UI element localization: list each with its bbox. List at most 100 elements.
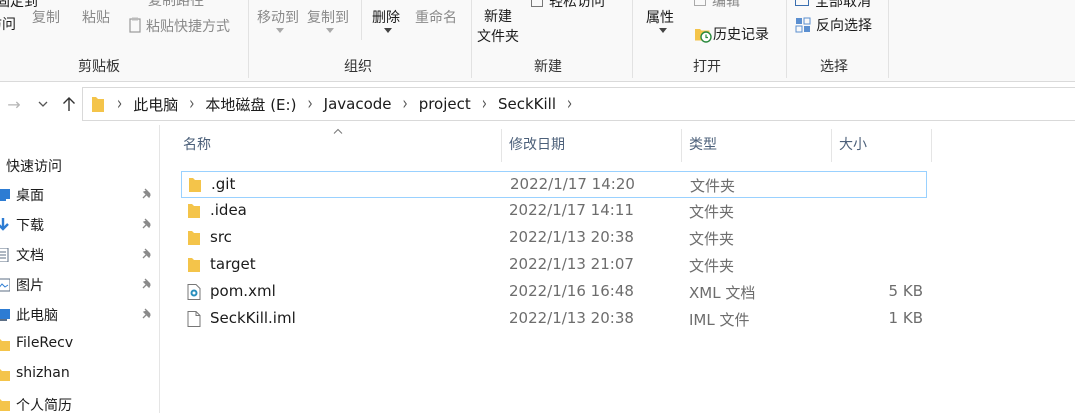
nav-item-label: 图片 [16,278,44,294]
nav-item-this-pc[interactable]: 此电脑 [0,300,159,330]
nav-item-documents[interactable]: 文档 [0,240,159,270]
chevron-right-icon[interactable]: › [567,94,572,115]
folder-icon [188,258,200,272]
paste-button[interactable]: 粘贴 [82,7,110,27]
chevron-right-icon[interactable]: › [307,94,312,115]
nav-item-downloads[interactable]: 下载 [0,210,159,240]
nav-item-pictures[interactable]: 图片 [0,270,159,300]
new-folder-button[interactable]: 新建 文件夹 [477,7,519,47]
ribbon-divider [361,0,362,40]
pin-icon[interactable] [140,217,154,231]
breadcrumb-javacode[interactable]: Javacode [324,95,392,113]
column-divider[interactable] [501,129,502,162]
table-row[interactable]: src 2022/1/13 20:38 文件夹 [181,225,927,252]
ribbon: 固定到 访问 复制 粘贴 复制路径 粘贴快捷方式 剪贴板 移动到 复制到 删除 … [0,0,1075,82]
arrow-right-icon: → [7,94,21,114]
address-bar[interactable]: › 此电脑 › 本地磁盘 (E:) › Javacode › project ›… [82,87,1075,121]
invert-selection-button[interactable]: 反向选择 [795,15,872,35]
nav-item-label: FileRecv [16,335,74,351]
file-name: SeckKill.iml [210,309,296,327]
pin-icon[interactable] [140,187,154,201]
copy-path-label: 复制路径 [148,0,204,9]
paste-shortcut-icon [129,17,141,33]
file-name: .idea [210,201,247,219]
breadcrumb-project[interactable]: project [419,95,471,113]
table-row[interactable]: SeckKill.iml 2022/1/13 20:38 IML 文件 1 KB [181,306,927,333]
folder-icon [0,399,10,411]
file-date: 2022/1/13 21:07 [509,255,634,273]
breadcrumb-seckkill[interactable]: SeckKill [498,95,556,113]
ribbon-divider [632,0,633,78]
paste-shortcut-button[interactable]: 粘贴快捷方式 [128,16,230,36]
new-folder-label-line2: 文件夹 [477,29,519,45]
invert-selection-icon [795,17,811,33]
column-header-size[interactable]: 大小 [839,125,931,162]
forward-button[interactable]: → [4,91,24,117]
column-header-type-label: 类型 [689,136,717,153]
nav-item-label: shizhan [16,365,70,381]
column-header-type[interactable]: 类型 [689,125,831,162]
file-type: 文件夹 [689,230,735,248]
nav-item-label: 下载 [16,218,44,234]
chevron-right-icon[interactable]: › [403,94,408,115]
ribbon-divider [471,0,472,78]
move-to-button[interactable]: 移动到 [257,7,299,27]
pictures-icon [0,278,10,292]
copy-path-button[interactable]: 复制路径 [128,0,204,10]
select-none-icon [795,0,809,6]
table-row[interactable]: .git 2022/1/17 14:20 文件夹 [181,171,927,198]
nav-item-label: 桌面 [16,188,44,204]
table-row[interactable]: pom.xml 2022/1/16 16:48 XML 文档 5 KB [181,279,927,306]
column-header-date[interactable]: 修改日期 [509,125,681,162]
column-header-date-label: 修改日期 [509,136,565,153]
quick-access-header[interactable]: 快速访问 [6,156,62,176]
history-icon [695,29,712,43]
edit-button[interactable]: 编辑 [694,0,740,11]
easy-access-button[interactable]: 轻松访问 [531,0,605,11]
chevron-right-icon[interactable]: › [189,94,194,115]
nav-item-resume[interactable]: 个人简历 [0,390,159,413]
nav-item-filerecv[interactable]: FileRecv [0,330,159,360]
column-header-size-label: 大小 [839,136,867,153]
copy-to-chevron-down-icon [326,28,334,33]
file-list: 名称 修改日期 类型 大小 .git 2022/1/17 14:20 文件夹 .… [161,125,1075,413]
properties-button[interactable]: 属性 [646,7,674,27]
easy-access-checkbox-icon [531,0,543,7]
file-name: pom.xml [210,282,276,300]
nav-item-desktop[interactable]: 桌面 [0,180,159,210]
history-label: 历史记录 [713,27,769,43]
chevron-right-icon[interactable]: › [482,94,487,115]
column-divider[interactable] [831,129,832,162]
table-row[interactable]: target 2022/1/13 21:07 文件夹 [181,252,927,279]
move-to-chevron-down-icon [276,28,284,33]
table-row[interactable]: .idea 2022/1/17 14:11 文件夹 [181,198,927,225]
breadcrumb-this-pc[interactable]: 此电脑 [133,94,178,115]
pin-icon[interactable] [140,307,154,321]
breadcrumb-local-disk[interactable]: 本地磁盘 (E:) [205,94,296,115]
pin-icon[interactable] [140,277,154,291]
copy-button[interactable]: 复制 [32,7,60,27]
delete-button[interactable]: 删除 [372,7,400,27]
copy-to-button[interactable]: 复制到 [307,7,349,27]
file-icon [187,311,201,327]
nav-item-label: 此电脑 [16,308,58,324]
xml-file-icon [187,284,201,300]
rename-button[interactable]: 重命名 [415,7,457,27]
pin-icon[interactable] [140,247,154,261]
delete-chevron-down-icon [384,28,392,33]
recent-locations-button[interactable] [34,91,52,117]
up-button[interactable] [58,91,80,117]
column-divider[interactable] [931,129,932,162]
column-header-name[interactable]: 名称 [183,125,501,162]
nav-item-shizhan[interactable]: shizhan [0,360,159,390]
column-divider[interactable] [681,129,682,162]
file-size: 5 KB [888,282,923,300]
open-group-label: 打开 [693,59,721,75]
file-type: 文件夹 [689,203,735,221]
column-header-name-label: 名称 [183,136,211,153]
desktop-icon [0,189,10,201]
clipboard-group-label: 剪贴板 [78,59,120,75]
folder-icon [0,369,10,381]
select-none-button[interactable]: 全部取消 [795,0,871,11]
history-button[interactable]: 历史记录 [694,24,769,44]
